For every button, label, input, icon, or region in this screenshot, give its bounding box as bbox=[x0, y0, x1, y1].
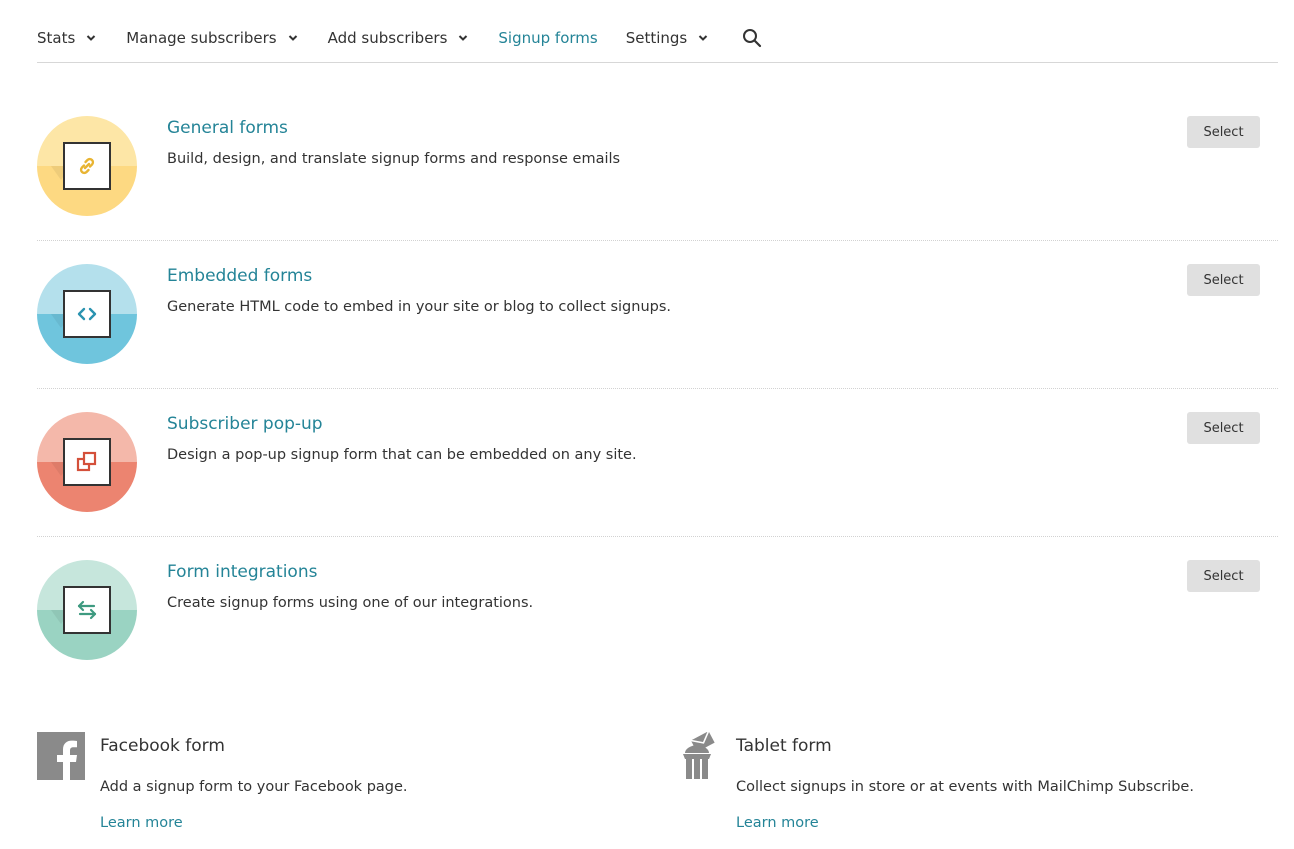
nav-manage-subscribers-label: Manage subscribers bbox=[126, 29, 277, 47]
nav-signup-forms-label: Signup forms bbox=[498, 29, 598, 47]
nav-add-subscribers[interactable]: Add subscribers bbox=[328, 0, 471, 63]
chevron-down-icon bbox=[288, 35, 297, 41]
nav-settings[interactable]: Settings bbox=[626, 0, 711, 63]
nav-stats[interactable]: Stats bbox=[37, 0, 98, 63]
card-description: Collect signups in store or at events wi… bbox=[736, 779, 1194, 795]
facebook-icon bbox=[37, 732, 85, 780]
form-integrations-badge bbox=[37, 560, 137, 660]
nav-signup-forms[interactable]: Signup forms bbox=[498, 0, 597, 63]
card-description: Add a signup form to your Facebook page. bbox=[100, 779, 408, 795]
chevron-down-icon bbox=[459, 35, 468, 41]
nav-settings-label: Settings bbox=[625, 29, 688, 47]
option-description: Generate HTML code to embed in your site… bbox=[167, 299, 672, 315]
option-description: Create signup forms using one of our int… bbox=[167, 595, 534, 611]
search-icon[interactable] bbox=[742, 28, 762, 48]
popup-icon bbox=[76, 451, 97, 472]
option-title[interactable]: Form integrations bbox=[167, 560, 317, 584]
option-title[interactable]: Subscriber pop-up bbox=[167, 412, 323, 436]
chevron-down-icon bbox=[699, 35, 708, 41]
select-form-integrations-button[interactable]: Select bbox=[1187, 560, 1260, 592]
select-subscriber-popup-button[interactable]: Select bbox=[1187, 412, 1260, 444]
chevron-down-icon bbox=[87, 35, 96, 41]
embedded-forms-badge bbox=[37, 264, 137, 364]
option-title[interactable]: General forms bbox=[167, 116, 288, 140]
learn-more-link[interactable]: Learn more bbox=[100, 813, 183, 833]
card-title: Tablet form bbox=[736, 736, 832, 756]
option-form-integrations: Form integrations Create signup forms us… bbox=[37, 560, 1278, 670]
swap-arrows-icon bbox=[77, 600, 97, 620]
card-title: Facebook form bbox=[100, 736, 225, 756]
option-general-forms: General forms Build, design, and transla… bbox=[37, 116, 1278, 241]
nav-manage-subscribers[interactable]: Manage subscribers bbox=[126, 0, 299, 63]
tablet-form-card: Tablet form Collect signups in store or … bbox=[673, 732, 1233, 842]
general-forms-badge bbox=[37, 116, 137, 216]
tablet-form-icon bbox=[683, 732, 715, 779]
subscriber-popup-badge bbox=[37, 412, 137, 512]
option-description: Design a pop-up signup form that can be … bbox=[167, 447, 637, 463]
option-description: Build, design, and translate signup form… bbox=[167, 151, 621, 167]
learn-more-link[interactable]: Learn more bbox=[736, 813, 819, 833]
nav-stats-label: Stats bbox=[37, 29, 76, 47]
select-general-forms-button[interactable]: Select bbox=[1187, 116, 1260, 148]
top-nav: Stats Manage subscribers Add subscribers… bbox=[37, 0, 1278, 63]
code-icon bbox=[77, 307, 97, 321]
link-icon bbox=[79, 157, 95, 175]
option-title[interactable]: Embedded forms bbox=[167, 264, 312, 288]
nav-add-subscribers-label: Add subscribers bbox=[327, 29, 448, 47]
facebook-form-card: Facebook form Add a signup form to your … bbox=[37, 732, 597, 842]
select-embedded-forms-button[interactable]: Select bbox=[1187, 264, 1260, 296]
option-subscriber-popup: Subscriber pop-up Design a pop-up signup… bbox=[37, 412, 1278, 537]
option-embedded-forms: Embedded forms Generate HTML code to emb… bbox=[37, 264, 1278, 389]
